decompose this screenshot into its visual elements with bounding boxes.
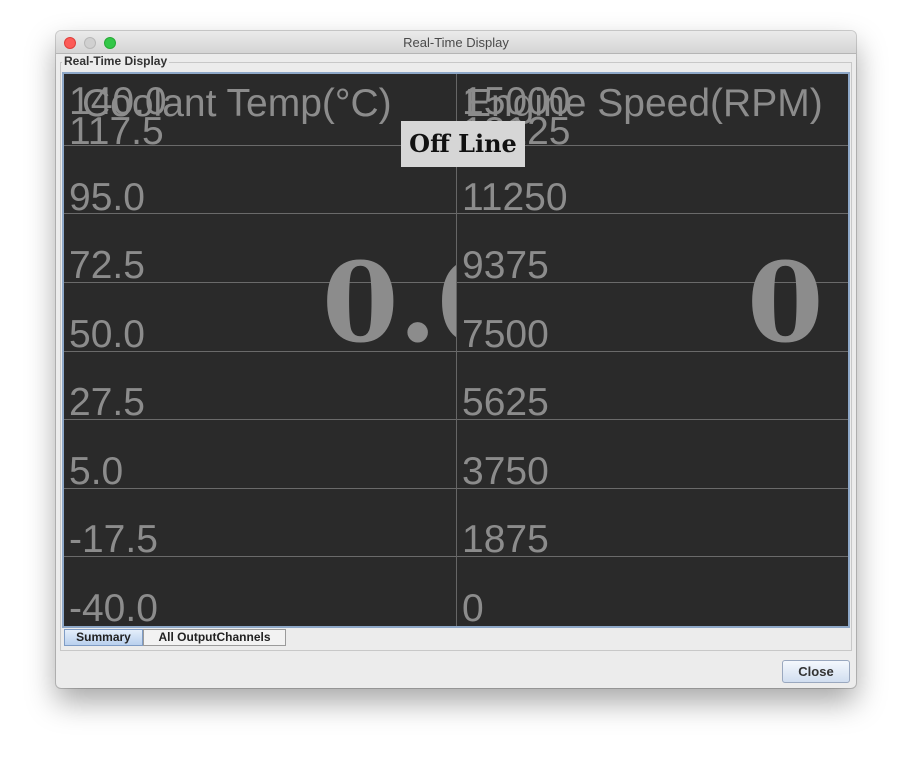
coolant-tick-label: 5.0 [69, 450, 124, 493]
coolant-tick-label: 72.5 [69, 244, 145, 287]
rpm-tick-label: 1875 [462, 518, 549, 561]
coolant-tick-label: 50.0 [69, 313, 145, 356]
coolant-temp-value: 0.0 [322, 238, 456, 367]
rpm-tick-label: 9375 [462, 244, 549, 287]
realtime-display-window: Real-Time Display Real-Time Display 140.… [56, 31, 856, 688]
offline-status-label: Off Line [401, 121, 525, 167]
coolant-tick-label: 27.5 [69, 381, 145, 424]
engine-speed-value: 0 [747, 238, 824, 367]
title-bar[interactable]: Real-Time Display [56, 31, 856, 54]
gauge-panel: 140.0 117.5 95.0 72.5 50.0 27.5 5.0 -17.… [62, 72, 850, 628]
close-button[interactable]: Close [782, 660, 850, 683]
coolant-temp-title: Coolant Temp(°C) [82, 82, 392, 125]
rpm-tick-label: 7500 [462, 313, 549, 356]
engine-speed-title: Engine Speed(RPM) [465, 82, 823, 125]
coolant-tick-label: -40.0 [69, 587, 158, 626]
tab-summary[interactable]: Summary [64, 629, 143, 646]
window-title: Real-Time Display [403, 35, 509, 50]
coolant-tick-label: -17.5 [69, 518, 158, 561]
group-label: Real-Time Display [62, 54, 170, 68]
tab-all-outputchannels[interactable]: All OutputChannels [143, 629, 286, 646]
coolant-tick-label: 95.0 [69, 176, 145, 219]
rpm-tick-label: 11250 [462, 176, 568, 219]
rpm-tick-label: 3750 [462, 450, 549, 493]
rpm-tick-label: 5625 [462, 381, 549, 424]
coolant-temp-gauge: 140.0 117.5 95.0 72.5 50.0 27.5 5.0 -17.… [64, 74, 457, 626]
rpm-tick-label: 0 [462, 587, 484, 626]
